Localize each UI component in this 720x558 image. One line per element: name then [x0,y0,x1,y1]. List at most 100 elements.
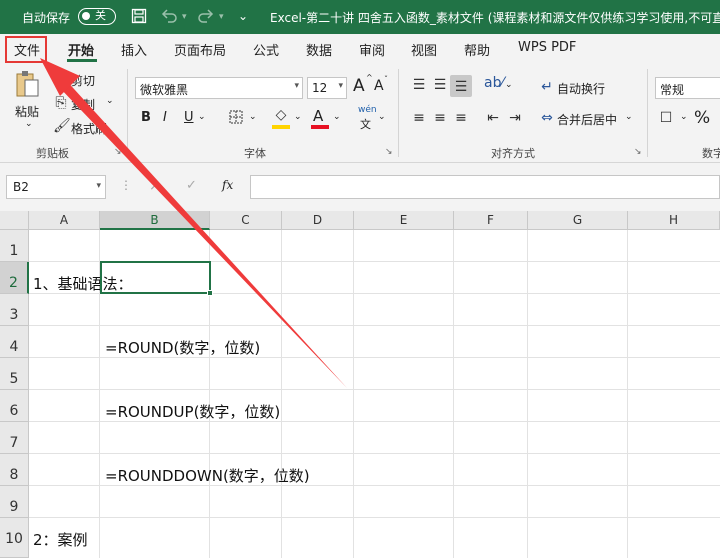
formula-input[interactable] [250,175,720,199]
clipboard-launcher-icon[interactable]: ↘ [114,147,122,157]
tab-data[interactable]: 数据 [306,40,332,59]
redo-icon[interactable] [197,8,215,28]
row-header-2[interactable]: 2 [0,262,29,294]
align-right-icon[interactable]: ≡ [452,110,470,126]
cell-a10[interactable]: 2：案例 [33,529,88,550]
column-header-f[interactable]: F [454,211,528,230]
format-painter-label[interactable]: 格式刷 [71,120,107,137]
merge-center-icon[interactable]: ⇔ [538,110,556,126]
merge-dropdown-icon[interactable]: ⌄ [625,112,633,122]
merge-center-label[interactable]: 合并后居中 [557,111,617,128]
tab-wps-pdf[interactable]: WPS PDF [518,40,576,55]
currency-dropdown-icon[interactable]: ⌄ [680,112,688,122]
cancel-icon[interactable]: × [149,178,161,194]
row-header-6[interactable]: 6 [0,390,29,422]
tab-view[interactable]: 视图 [411,40,437,59]
align-top-icon[interactable]: ☰ [410,77,428,93]
undo-icon[interactable] [160,8,178,28]
copy-label[interactable]: 复制 [71,96,95,113]
orientation-icon[interactable]: ab⁄ [484,75,504,91]
column-header-c[interactable]: C [210,211,282,230]
tab-insert[interactable]: 插入 [121,40,147,59]
splitter-handle-icon[interactable]: ⋮ [120,178,132,192]
align-middle-icon[interactable]: ☰ [431,77,449,93]
increase-indent-icon[interactable]: ⇥ [506,110,524,126]
fill-color-dropdown-icon[interactable]: ⌄ [294,112,302,122]
row-header-8[interactable]: 8 [0,454,29,486]
orientation-dropdown-icon[interactable]: ⌄ [505,80,513,90]
copy-dropdown-icon[interactable]: ⌄ [106,96,114,106]
tab-page-layout[interactable]: 页面布局 [174,40,226,59]
borders-dropdown-icon[interactable]: ⌄ [249,112,257,122]
tab-review[interactable]: 审阅 [359,40,385,59]
column-header-b[interactable]: B [100,211,210,230]
row-header-4[interactable]: 4 [0,326,29,358]
decrease-indent-icon[interactable]: ⇤ [484,110,502,126]
row-header-7[interactable]: 7 [0,422,29,454]
column-header-a[interactable]: A [29,211,100,230]
column-header-d[interactable]: D [282,211,354,230]
row-header-10[interactable]: 10 [0,518,29,558]
row-header-5[interactable]: 5 [0,358,29,390]
number-format-combo[interactable]: 常规 [655,77,720,99]
customize-qat-icon[interactable]: ⌄ [238,9,248,23]
cut-label[interactable]: 剪切 [71,72,95,89]
phonetic-guide-icon[interactable]: 文 [360,116,371,132]
column-header-h[interactable]: H [628,211,720,230]
insert-function-icon[interactable]: fx [222,178,233,192]
align-bottom-icon[interactable]: ☰ [452,79,470,95]
underline-dropdown-icon[interactable]: ⌄ [198,112,206,122]
underline-button[interactable]: U [184,110,194,125]
select-all-corner[interactable] [0,211,29,230]
row-header-1[interactable]: 1 [0,230,29,262]
autosave-toggle[interactable]: 关 [78,8,116,25]
cell-b6[interactable]: =ROUNDUP(数字，位数) [105,401,280,422]
alignment-launcher-icon[interactable]: ↘ [634,147,642,157]
row-header-9[interactable]: 9 [0,486,29,518]
column-header-e[interactable]: E [354,211,454,230]
font-color-icon[interactable]: A [313,107,323,125]
cut-icon[interactable]: ✂ [53,71,69,87]
bold-button[interactable]: B [141,110,151,125]
paste-label[interactable]: 粘贴 [15,103,39,120]
align-left-icon[interactable]: ≡ [410,110,428,126]
percent-style-icon[interactable]: % [694,108,710,128]
format-painter-icon[interactable]: 🖌 [53,118,71,134]
italic-button[interactable]: I [163,110,167,125]
phonetic-dropdown-icon[interactable]: ⌄ [378,112,386,122]
name-box[interactable]: B2 ▾ [6,175,106,199]
copy-icon[interactable]: ⎘ [53,95,69,111]
font-name-combo[interactable]: 微软雅黑 ▾ [135,77,303,99]
wrap-text-label[interactable]: 自动换行 [557,80,605,97]
borders-icon[interactable] [227,109,245,129]
font-color-dropdown-icon[interactable]: ⌄ [333,112,341,122]
phonetic-top-label[interactable]: wén [358,105,377,115]
redo-dropdown-icon[interactable]: ▾ [219,12,224,22]
enter-icon[interactable]: ✓ [186,178,197,193]
tab-formulas[interactable]: 公式 [253,40,279,59]
cell-b4[interactable]: =ROUND(数字，位数) [105,337,260,358]
wrap-text-icon[interactable]: ↵ [538,79,556,95]
fill-handle[interactable] [207,290,213,296]
cell-b8[interactable]: =ROUNDDOWN(数字，位数) [105,465,310,486]
group-separator [398,69,399,157]
align-center-icon[interactable]: ≡ [431,110,449,126]
grid-line [281,230,282,558]
active-cell-b2[interactable] [100,261,211,294]
increase-font-size-icon[interactable]: A [353,76,365,96]
font-launcher-icon[interactable]: ↘ [385,147,393,157]
row-header-3[interactable]: 3 [0,294,29,326]
active-tab-indicator [67,59,97,62]
tab-home[interactable]: 开始 [68,40,94,59]
font-size-combo[interactable]: 12 ▾ [307,77,347,99]
decrease-font-size-icon[interactable]: A [374,78,384,94]
paste-dropdown-icon[interactable]: ⌄ [25,119,33,129]
currency-format-icon[interactable]: ☐ [657,110,675,126]
paste-icon[interactable] [14,69,40,103]
save-icon[interactable] [131,8,147,28]
font-name-value: 微软雅黑 [140,83,189,97]
column-header-g[interactable]: G [528,211,628,230]
tab-help[interactable]: 帮助 [464,40,490,59]
undo-dropdown-icon[interactable]: ▾ [182,12,187,22]
fill-color-icon[interactable]: ◇ [272,107,290,123]
